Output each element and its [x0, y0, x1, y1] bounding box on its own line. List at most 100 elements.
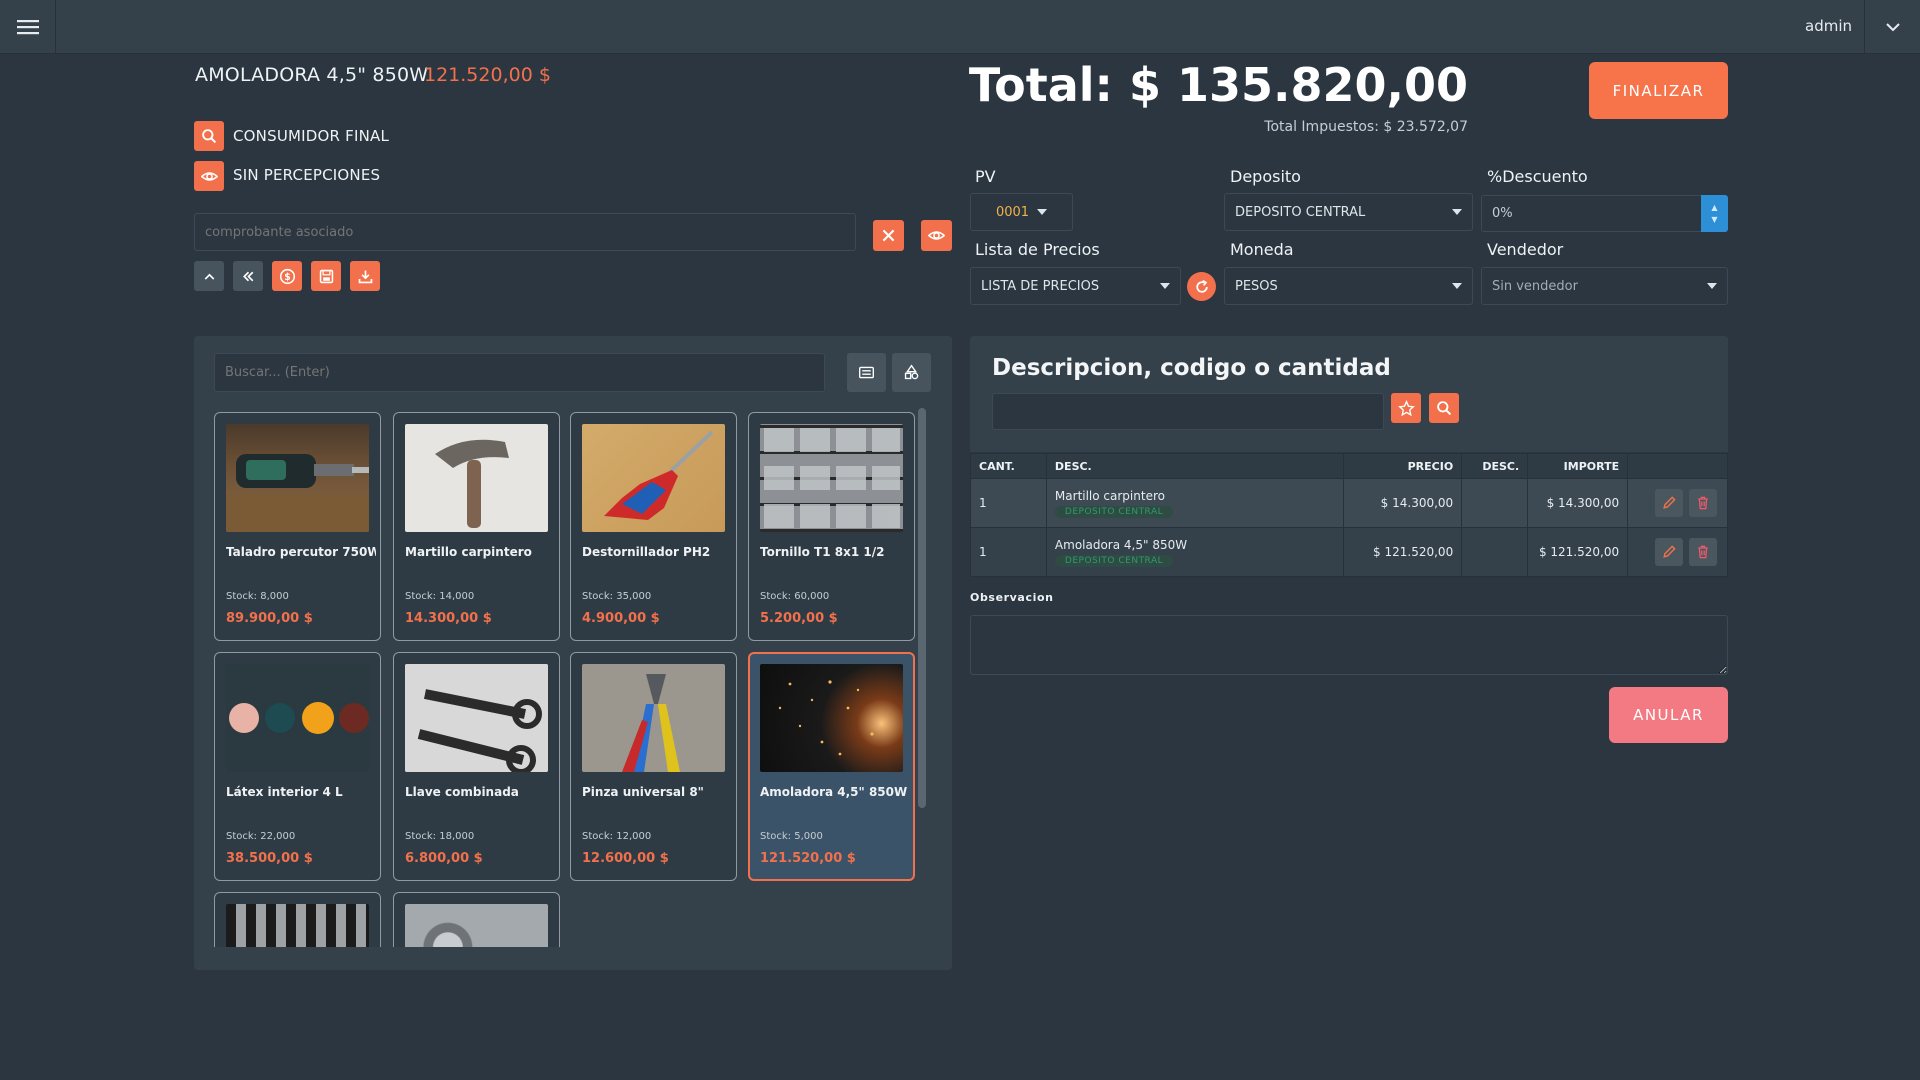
- favorites-button[interactable]: [1391, 393, 1421, 423]
- caret-down-icon: [1452, 283, 1462, 289]
- view-perceptions-button[interactable]: [194, 161, 224, 191]
- associated-document-input[interactable]: [194, 213, 856, 251]
- spin-down-icon[interactable]: ▼: [1711, 215, 1717, 224]
- vendedor-select[interactable]: Sin vendedor: [1481, 267, 1728, 305]
- row-amount: $ 121.520,00: [1527, 527, 1629, 577]
- product-card[interactable]: Martillo carpintero Stock: 14,000 14.300…: [393, 412, 560, 641]
- paint-image: [229, 702, 369, 734]
- payment-button[interactable]: $: [272, 261, 302, 291]
- wrench-image: [405, 664, 548, 772]
- product-card[interactable]: Taladro percutor 750W Stock: 8,000 89.90…: [214, 412, 381, 641]
- clear-associated-button[interactable]: [873, 220, 904, 251]
- trash-icon: [1698, 545, 1708, 559]
- product-card[interactable]: Tornillo T1 8x1 1/2 Stock: 60,000 5.200,…: [748, 412, 915, 641]
- product-grid-scrollbar[interactable]: [918, 408, 926, 808]
- trash-icon: [1698, 496, 1708, 510]
- table-row[interactable]: 1 Martillo carpintero DEPOSITO CENTRAL $…: [970, 478, 1728, 528]
- product-image-drill: [226, 424, 369, 532]
- eye-icon: [928, 231, 945, 240]
- table-row[interactable]: 1 Amoladora 4,5" 850W DEPOSITO CENTRAL $…: [970, 527, 1728, 577]
- row-discount: [1461, 478, 1529, 528]
- product-card[interactable]: Pinza universal 8" Stock: 12,000 12.600,…: [570, 652, 737, 881]
- observacion-textarea[interactable]: [970, 615, 1728, 675]
- search-client-button[interactable]: [194, 121, 224, 151]
- delete-row-button[interactable]: [1689, 538, 1717, 566]
- row-desc-cell: Amoladora 4,5" 850W DEPOSITO CENTRAL: [1045, 527, 1345, 577]
- product-search-input[interactable]: [214, 353, 825, 392]
- download-icon: [358, 270, 372, 283]
- product-card[interactable]: Llave combinada Stock: 18,000 6.800,00 $: [393, 652, 560, 881]
- item-entry-input[interactable]: [992, 393, 1384, 430]
- hamburger-menu-button[interactable]: [0, 0, 56, 54]
- product-stock: Stock: 8,000: [226, 591, 289, 602]
- product-image-screwdriver: [582, 424, 725, 532]
- product-stock: Stock: 14,000: [405, 591, 475, 602]
- moneda-value: PESOS: [1235, 278, 1278, 294]
- product-name: Pinza universal 8": [582, 785, 704, 799]
- close-icon: [882, 229, 895, 242]
- chevron-up-icon: [204, 273, 214, 280]
- lista-precios-label: Lista de Precios: [975, 240, 1100, 259]
- product-stock: Stock: 12,000: [582, 831, 652, 842]
- product-card[interactable]: Destornillador PH2 Stock: 35,000 4.900,0…: [570, 412, 737, 641]
- list-view-button[interactable]: [847, 353, 886, 392]
- screwdriver-image: [604, 430, 714, 520]
- product-card[interactable]: [393, 892, 560, 947]
- product-price: 38.500,00 $: [226, 851, 313, 866]
- refresh-prices-button[interactable]: [1187, 272, 1216, 301]
- moneda-label: Moneda: [1230, 240, 1294, 259]
- spin-up-icon[interactable]: ▲: [1711, 203, 1717, 212]
- edit-row-button[interactable]: [1655, 538, 1684, 566]
- cancel-button[interactable]: ANULAR: [1609, 687, 1728, 743]
- perception-label: SIN PERCEPCIONES: [233, 166, 381, 184]
- product-name: Látex interior 4 L: [226, 785, 343, 799]
- row-desc: Amoladora 4,5" 850W: [1054, 537, 1188, 552]
- pv-select[interactable]: 0001: [970, 193, 1073, 231]
- product-price: 121.520,00 $: [760, 851, 856, 866]
- back-button[interactable]: [233, 261, 263, 291]
- user-menu-button[interactable]: [1864, 0, 1920, 54]
- product-price: 12.600,00 $: [582, 851, 669, 866]
- row-actions: [1627, 478, 1728, 528]
- edit-row-button[interactable]: [1655, 489, 1684, 517]
- finalize-button[interactable]: FINALIZAR: [1589, 62, 1728, 119]
- product-name: Taladro percutor 750W: [226, 545, 376, 559]
- moneda-select[interactable]: PESOS: [1224, 267, 1473, 305]
- star-icon: [1397, 399, 1415, 416]
- row-qty[interactable]: 1: [970, 478, 1047, 528]
- drill-image: [226, 454, 369, 532]
- descuento-value: 0%: [1492, 206, 1513, 221]
- lista-precios-select[interactable]: LISTA DE PRECIOS: [970, 267, 1181, 305]
- product-stock: Stock: 60,000: [760, 591, 830, 602]
- product-image-screws: [760, 424, 903, 532]
- save-button[interactable]: [311, 261, 341, 291]
- svg-text:$: $: [284, 271, 291, 282]
- user-name[interactable]: admin: [1805, 17, 1852, 35]
- product-price: 14.300,00 $: [405, 611, 492, 626]
- row-qty[interactable]: 1: [970, 527, 1047, 577]
- product-name: Destornillador PH2: [582, 545, 711, 559]
- delete-row-button[interactable]: [1689, 489, 1717, 517]
- search-item-button[interactable]: [1429, 393, 1459, 423]
- item-entry-title: Descripcion, codigo o cantidad: [992, 355, 1391, 381]
- chevron-down-icon: [1885, 22, 1900, 31]
- caret-down-icon: [1037, 209, 1048, 215]
- double-chevron-left-icon: [242, 271, 253, 281]
- row-deposit-badge: DEPOSITO CENTRAL: [1054, 554, 1174, 567]
- descuento-spinner[interactable]: ▲ ▼: [1701, 195, 1728, 232]
- product-card-selected[interactable]: Amoladora 4,5" 850W Stock: 5,000 121.520…: [748, 652, 915, 881]
- search-icon: [1436, 400, 1451, 415]
- product-card[interactable]: [214, 892, 381, 947]
- column-header-discount: DESC.: [1461, 453, 1529, 479]
- observacion-label: Observacion: [970, 591, 1054, 604]
- product-card[interactable]: Látex interior 4 L Stock: 22,000 38.500,…: [214, 652, 381, 881]
- descuento-input[interactable]: 0%: [1481, 195, 1702, 232]
- deposito-select[interactable]: DEPOSITO CENTRAL: [1224, 193, 1473, 231]
- table-header-row: CANT. DESC. PRECIO DESC. IMPORTE: [970, 453, 1728, 479]
- total-amount: Total: $ 135.820,00: [968, 58, 1468, 112]
- download-button[interactable]: [350, 261, 380, 291]
- view-associated-button[interactable]: [921, 220, 952, 251]
- category-filter-button[interactable]: [892, 353, 931, 392]
- row-desc-cell: Martillo carpintero DEPOSITO CENTRAL: [1045, 478, 1345, 528]
- collapse-button[interactable]: [194, 261, 224, 291]
